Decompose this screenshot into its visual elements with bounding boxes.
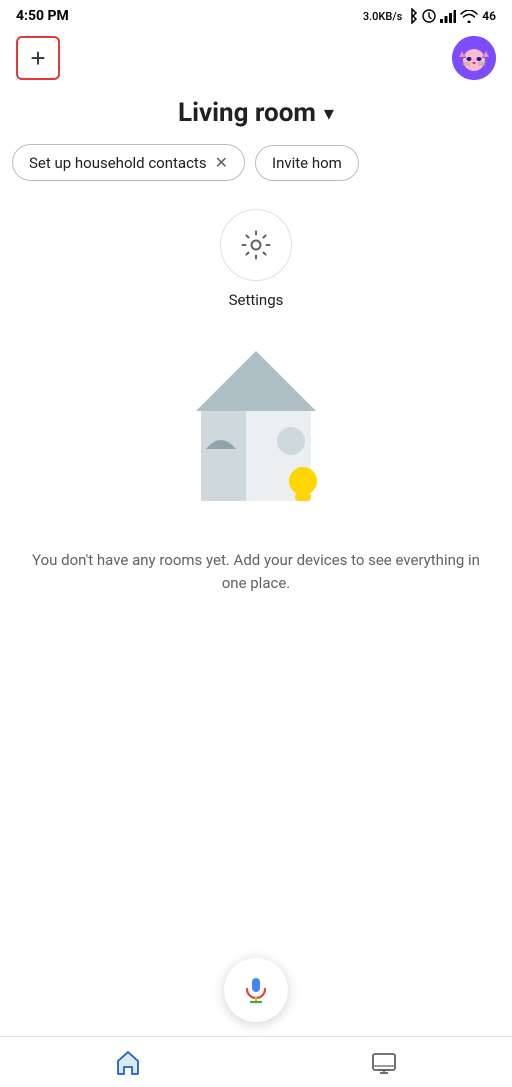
nav-devices[interactable] — [370, 1049, 398, 1077]
bottom-nav — [0, 1036, 512, 1087]
home-nav-icon — [114, 1049, 142, 1077]
mic-fab-button[interactable] — [224, 958, 288, 1022]
chip-label-household: Set up household contacts — [29, 154, 207, 172]
status-icons: 3.0KB/s 46 — [363, 8, 496, 24]
close-icon[interactable]: ✕ — [215, 153, 228, 172]
settings-button[interactable] — [220, 209, 292, 281]
household-contacts-chip[interactable]: Set up household contacts ✕ — [12, 144, 245, 181]
devices-nav-icon — [370, 1049, 398, 1077]
avatar[interactable] — [452, 36, 496, 80]
settings-label: Settings — [229, 291, 284, 309]
illustration — [0, 341, 512, 521]
clock-icon — [422, 9, 436, 23]
wifi-icon — [460, 10, 478, 23]
home-title-row: Living room ▾ — [0, 98, 512, 128]
gear-icon — [240, 229, 272, 261]
status-bar: 4:50 PM 3.0KB/s 46 — [0, 0, 512, 28]
status-time: 4:50 PM — [16, 8, 69, 24]
top-bar: + — [0, 28, 512, 92]
empty-state-text: You don't have any rooms yet. Add your d… — [0, 549, 512, 596]
chips-row: Set up household contacts ✕ Invite hom — [0, 144, 512, 181]
dropdown-arrow-icon[interactable]: ▾ — [324, 101, 334, 125]
nav-home[interactable] — [114, 1049, 142, 1077]
bluetooth-icon — [406, 8, 418, 24]
network-speed: 3.0KB/s — [363, 10, 402, 23]
mic-fab-container — [0, 938, 512, 1036]
plus-icon: + — [30, 45, 45, 71]
house-illustration — [146, 341, 366, 521]
settings-section: Settings — [0, 209, 512, 309]
avatar-image — [452, 36, 496, 80]
invite-home-chip[interactable]: Invite hom — [255, 145, 359, 181]
signal-icon — [440, 10, 456, 23]
battery-level: 46 — [482, 9, 496, 23]
home-title: Living room — [178, 98, 316, 128]
mic-icon — [241, 975, 271, 1005]
main-content: Living room ▾ Set up household contacts … — [0, 92, 512, 1036]
chip-label-invite: Invite hom — [272, 154, 342, 172]
add-button[interactable]: + — [16, 36, 60, 80]
avatar-svg — [452, 36, 496, 80]
